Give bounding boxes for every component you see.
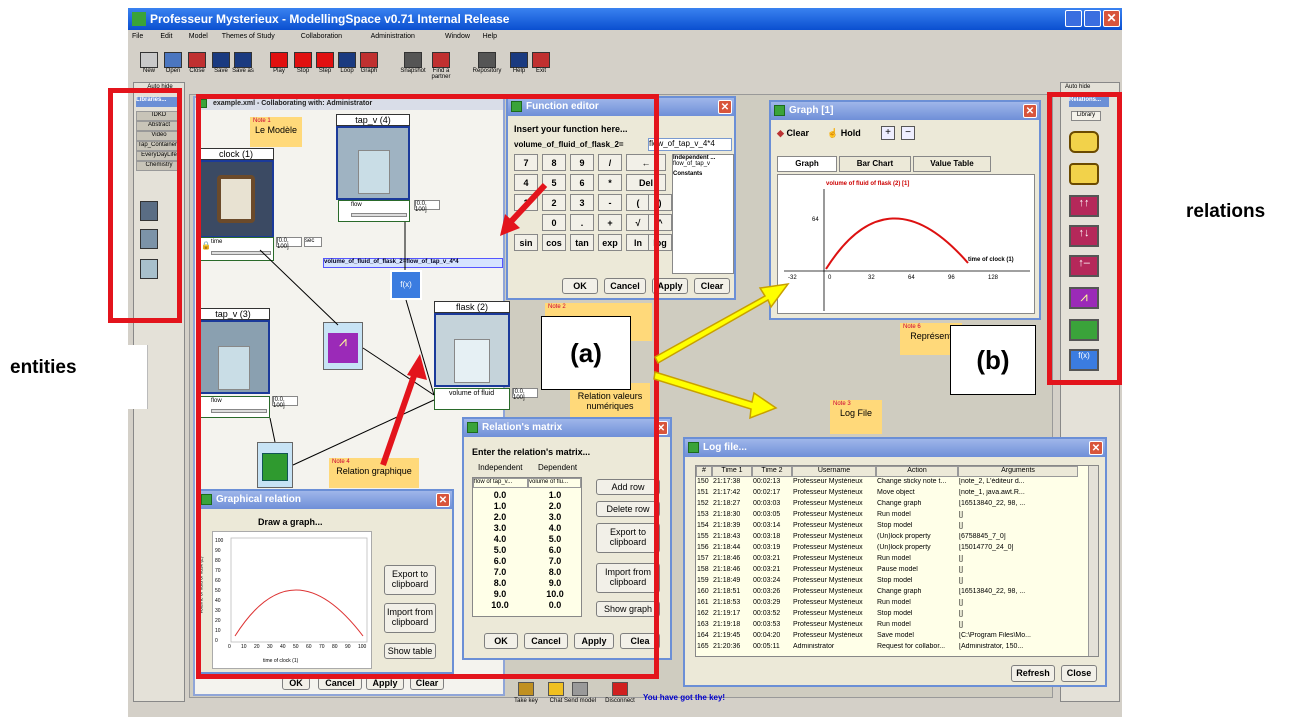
entities-label: entities xyxy=(10,357,77,378)
callout-b: (b) xyxy=(950,325,1036,395)
arrow-red-2 xyxy=(380,369,419,466)
arrow-red-2-head xyxy=(407,354,427,380)
arrow-yellow-2 xyxy=(653,371,778,420)
relations-label: relations xyxy=(1186,201,1266,222)
callout-a: (a) xyxy=(541,316,631,390)
annotation-arrows xyxy=(380,182,790,466)
arrow-yellow-1 xyxy=(654,283,790,365)
